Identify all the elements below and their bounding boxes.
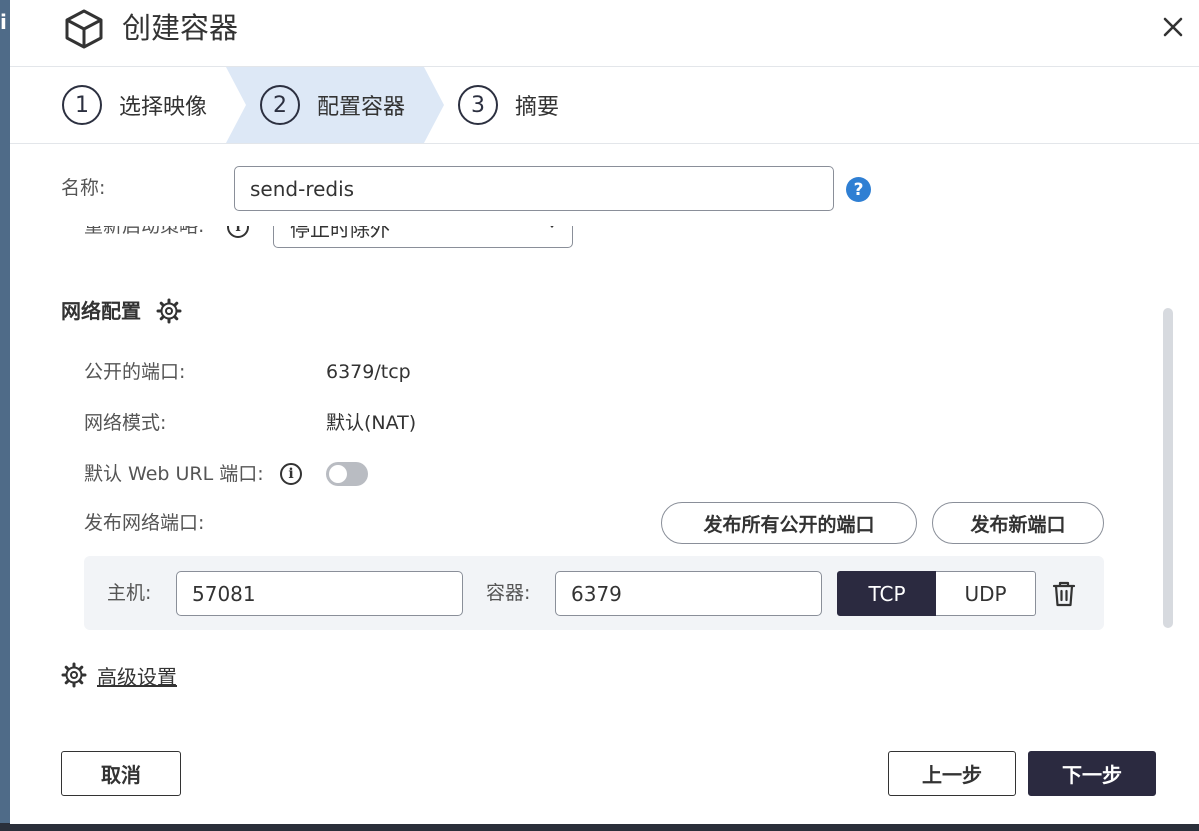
host-port-input[interactable]	[176, 571, 463, 616]
step-number: 3	[458, 85, 498, 125]
container-port-input[interactable]	[555, 571, 822, 616]
gear-icon	[61, 662, 87, 688]
restart-policy-value: 停止时除外	[290, 226, 390, 241]
publish-new-port-button[interactable]: 发布新端口	[932, 502, 1104, 544]
cancel-button[interactable]: 取消	[61, 751, 181, 796]
exposed-ports-value: 6379/tcp	[326, 361, 411, 383]
step-label: 配置容器	[317, 95, 406, 120]
trash-icon[interactable]	[1051, 580, 1077, 608]
protocol-tcp-option[interactable]: TCP	[837, 571, 937, 616]
form-content: 名称: ? 重新启动策略: i 停止时除外 网络配置 公开的端口: 6379/t…	[10, 144, 1199, 724]
toggle-knob	[329, 465, 347, 483]
step-label: 摘要	[515, 95, 560, 120]
help-icon[interactable]: ?	[846, 177, 871, 202]
dialog-header: 创建容器	[10, 0, 1199, 67]
cube-icon	[65, 9, 103, 49]
restart-policy-label: 重新启动策略:	[84, 226, 205, 237]
background-taskbar	[0, 823, 1199, 831]
protocol-udp-option[interactable]: UDP	[936, 571, 1036, 616]
step-select-image[interactable]: 1 选择映像	[62, 84, 207, 126]
scrollbar[interactable]	[1163, 308, 1173, 628]
container-port-label: 容器:	[486, 582, 531, 604]
step-configure-container[interactable]: 2 配置容器	[260, 84, 405, 126]
advanced-settings-link[interactable]: 高级设置	[61, 660, 177, 690]
advanced-settings-label[interactable]: 高级设置	[97, 661, 177, 690]
network-section-title: 网络配置	[61, 299, 141, 323]
restart-policy-select[interactable]: 停止时除外	[273, 226, 573, 248]
network-mode-label: 网络模式:	[84, 412, 167, 434]
host-port-label: 主机:	[107, 582, 152, 604]
restart-policy-row: 重新启动策略: i 停止时除外	[10, 226, 1199, 266]
exposed-ports-label: 公开的端口:	[84, 361, 186, 383]
background-text: i	[0, 10, 7, 34]
publish-ports-label: 发布网络端口:	[84, 512, 205, 534]
step-summary[interactable]: 3 摘要	[458, 84, 559, 126]
next-button[interactable]: 下一步	[1028, 751, 1156, 796]
name-input[interactable]	[234, 166, 834, 211]
back-button[interactable]: 上一步	[888, 751, 1016, 796]
gear-icon[interactable]	[156, 298, 182, 324]
create-container-dialog: 创建容器 1 选择映像 2 配置容器 3 摘要 名称: ? 重新启动策略: i	[10, 0, 1199, 824]
info-icon[interactable]: i	[280, 463, 302, 485]
web-url-port-label: 默认 Web URL 端口:	[84, 463, 264, 485]
info-icon[interactable]: i	[227, 226, 249, 238]
publish-all-ports-button[interactable]: 发布所有公开的端口	[661, 502, 917, 544]
step-number: 1	[62, 85, 102, 125]
step-label: 选择映像	[119, 95, 208, 120]
chevron-down-icon	[546, 226, 558, 228]
network-mode-value: 默认(NAT)	[326, 412, 417, 434]
web-url-port-toggle[interactable]	[326, 462, 368, 486]
dialog-title: 创建容器	[122, 11, 239, 45]
close-icon[interactable]	[1158, 12, 1188, 42]
port-mapping-row: 主机: 容器: TCP UDP	[84, 556, 1104, 630]
step-number: 2	[260, 85, 300, 125]
wizard-steps: 1 选择映像 2 配置容器 3 摘要	[10, 67, 1199, 144]
name-label: 名称:	[61, 177, 106, 199]
